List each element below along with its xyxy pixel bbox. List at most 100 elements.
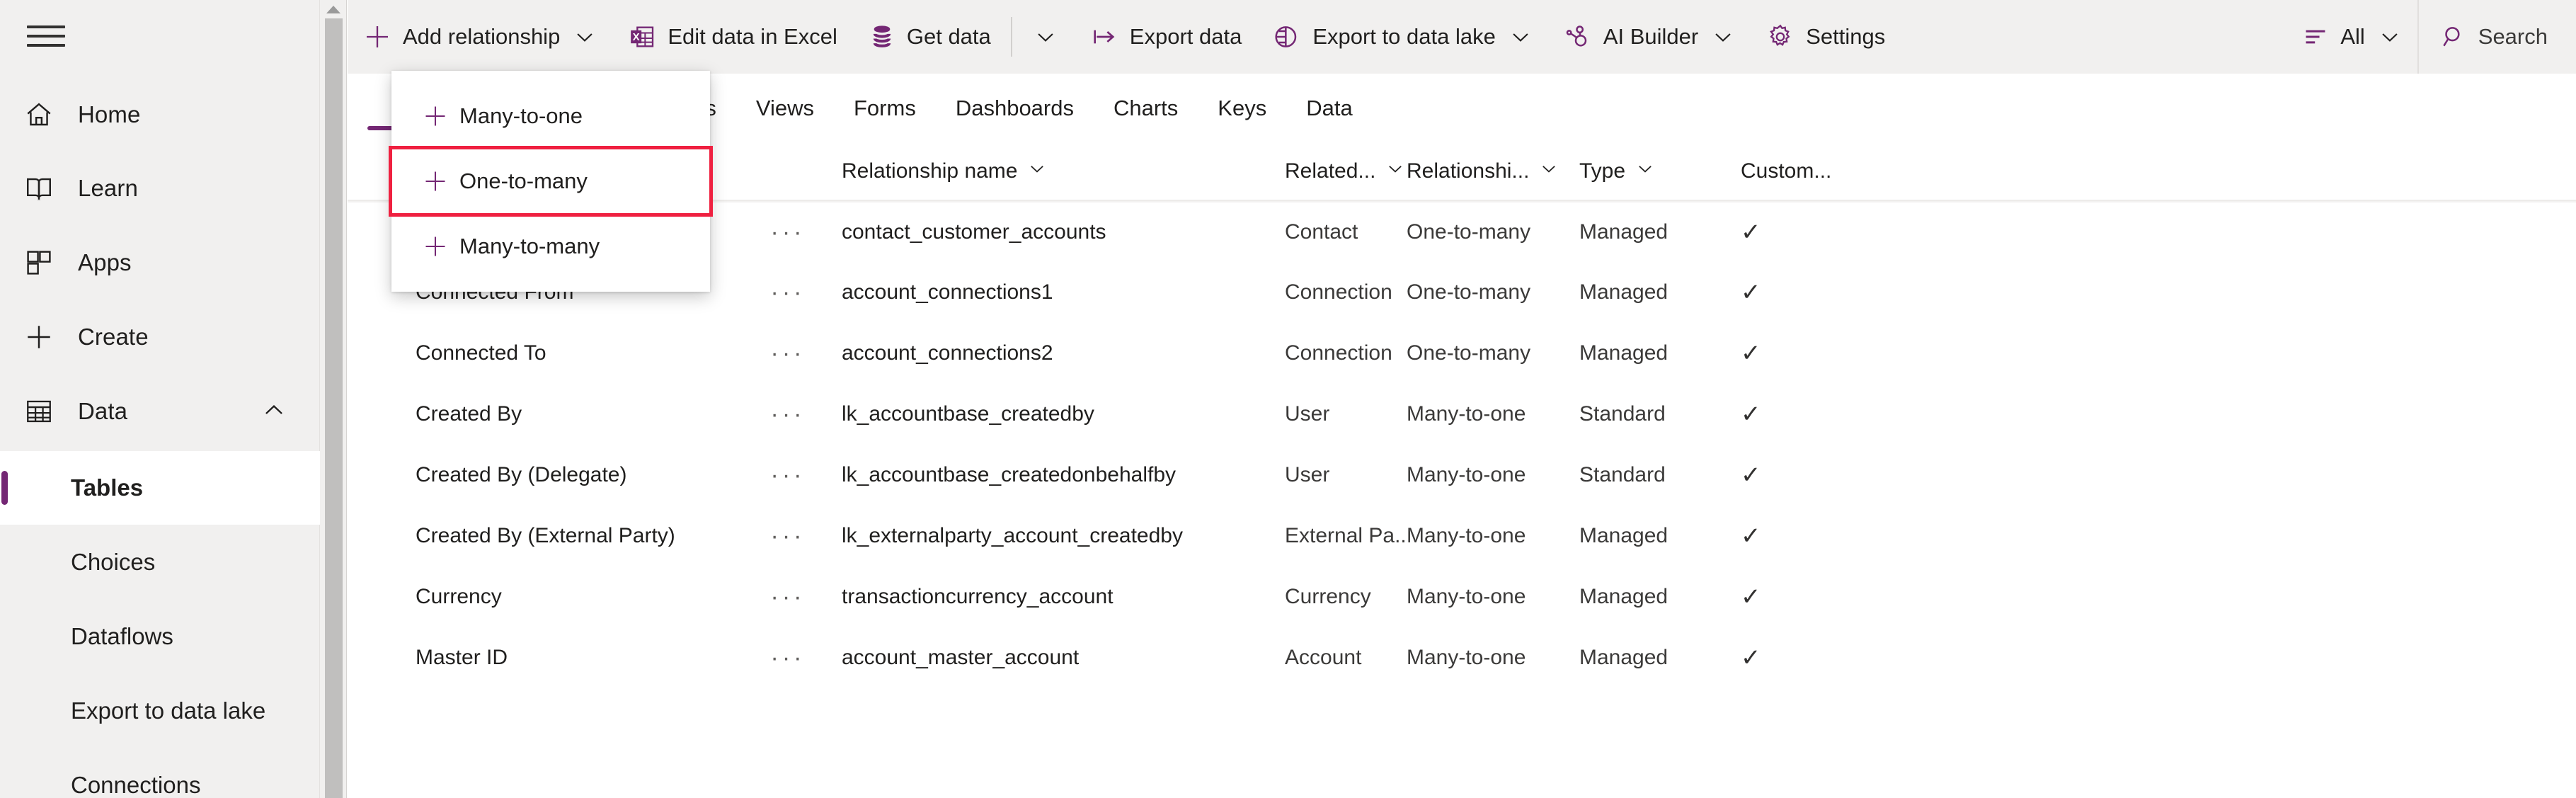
app-root: Home Learn Apps Create Data Tables Choic…	[0, 0, 2576, 798]
export-to-data-lake-button[interactable]: Export to data lake	[1257, 0, 1548, 74]
cell-display-name: Created By	[416, 402, 522, 426]
sidebar-subitem-label: Choices	[71, 549, 156, 575]
chevron-down-icon[interactable]	[2378, 25, 2402, 49]
sidebar-item-tables[interactable]: Tables	[0, 451, 320, 525]
ellipsis-icon[interactable]: ···	[758, 583, 818, 611]
tab-views[interactable]: Views	[736, 74, 834, 143]
cell-relationship-type: One-to-many	[1407, 220, 1531, 244]
edit-data-in-excel-button[interactable]: X Edit data in Excel	[612, 0, 853, 74]
cell-display-name: Currency	[416, 585, 502, 608]
cell-related: User	[1285, 463, 1330, 486]
ellipsis-icon[interactable]: ···	[758, 340, 818, 367]
ellipsis-icon[interactable]: ···	[758, 644, 818, 672]
chevron-down-icon[interactable]	[1635, 159, 1655, 184]
table-row[interactable]: Created By (External Party) ··· lk_exter…	[348, 506, 2576, 566]
chevron-down-icon[interactable]	[1711, 25, 1735, 49]
sidebar-scrollbar[interactable]	[320, 0, 347, 798]
cell-relationship-name: account_master_account	[842, 646, 1080, 669]
add-relationship-dropdown-menu: Many-to-one One-to-many Many-to-many	[389, 71, 713, 292]
cell-related: Connection	[1285, 280, 1392, 304]
settings-button[interactable]: Settings	[1751, 0, 1901, 74]
table-row[interactable]: Created By ··· lk_accountbase_createdby …	[348, 384, 2576, 445]
cell-relationship-name: lk_externalparty_account_createdby	[842, 524, 1183, 547]
hamburger-line	[27, 35, 65, 38]
sidebar-item-home[interactable]: Home	[0, 78, 320, 152]
sidebar-subitem-label: Dataflows	[71, 623, 173, 649]
column-header-relationship-type[interactable]: Relationshi...	[1407, 159, 1579, 184]
table-row[interactable]: Created By (Delegate) ··· lk_accountbase…	[348, 445, 2576, 506]
table-row[interactable]: Master ID ··· account_master_account Acc…	[348, 627, 2576, 688]
cell-related: User	[1285, 402, 1330, 426]
chevron-down-icon[interactable]	[1385, 159, 1405, 184]
tab-data[interactable]: Data	[1286, 74, 1372, 143]
table-grid-icon	[0, 397, 78, 426]
filter-all-button[interactable]: All	[2286, 0, 2417, 74]
ellipsis-icon[interactable]: ···	[758, 523, 818, 550]
add-relationship-button[interactable]: Add relationship	[348, 0, 612, 74]
get-data-button[interactable]: Get data	[853, 0, 1007, 74]
book-icon	[0, 173, 78, 203]
cell-relationship-name: lk_accountbase_createdby	[842, 402, 1094, 426]
sidebar-item-dataflows[interactable]: Dataflows	[0, 600, 320, 673]
chevron-down-icon[interactable]	[1027, 159, 1047, 184]
home-icon	[0, 100, 78, 130]
ai-builder-icon	[1564, 23, 1592, 51]
command-label: Settings	[1806, 24, 1886, 49]
sidebar-item-learn[interactable]: Learn	[0, 152, 320, 225]
sidebar-item-create[interactable]: Create	[0, 300, 320, 374]
sidebar-item-export-to-data-lake[interactable]: Export to data lake	[0, 674, 320, 748]
chevron-up-icon[interactable]	[261, 397, 287, 427]
sidebar-subitem-label: Tables	[71, 474, 144, 501]
left-navigation-sidebar: Home Learn Apps Create Data Tables Choic…	[0, 0, 320, 798]
menu-item-many-to-many[interactable]: Many-to-many	[391, 214, 710, 279]
ellipsis-icon[interactable]: ···	[758, 401, 818, 428]
tab-keys[interactable]: Keys	[1198, 74, 1286, 143]
menu-item-many-to-one[interactable]: Many-to-one	[391, 84, 710, 149]
plus-icon	[411, 103, 459, 129]
tab-label: Charts	[1113, 96, 1179, 120]
sidebar-item-apps[interactable]: Apps	[0, 226, 320, 300]
ellipsis-icon[interactable]: ···	[758, 219, 818, 246]
table-row[interactable]: Currency ··· transactioncurrency_account…	[348, 566, 2576, 627]
chevron-down-icon[interactable]	[1539, 159, 1559, 184]
ellipsis-icon[interactable]: ···	[758, 462, 818, 489]
column-header-label: Custom...	[1741, 159, 1832, 183]
cell-custom-check-icon: ✓	[1741, 401, 1761, 428]
cell-type: Managed	[1579, 280, 1668, 304]
column-header-related[interactable]: Related...	[1285, 159, 1407, 184]
column-header-custom[interactable]: Custom...	[1741, 159, 1882, 183]
table-row[interactable]: Connected To ··· account_connections2 Co…	[348, 323, 2576, 384]
search-button[interactable]: Search	[2419, 0, 2576, 74]
scroll-up-arrow-icon[interactable]	[320, 0, 347, 18]
cell-relationship-name: account_connections2	[842, 341, 1053, 365]
ellipsis-icon[interactable]: ···	[758, 279, 818, 307]
menu-item-one-to-many[interactable]: One-to-many	[389, 146, 713, 217]
chevron-down-icon[interactable]	[1509, 25, 1533, 49]
scrollbar-thumb[interactable]	[325, 18, 343, 798]
overflow-caret-button[interactable]	[1017, 0, 1075, 74]
cell-related: External Pa...	[1285, 524, 1407, 547]
export-data-button[interactable]: Export data	[1075, 0, 1258, 74]
sidebar-item-data[interactable]: Data	[0, 375, 320, 448]
svg-text:X: X	[633, 31, 640, 43]
command-bar: Add relationship X Edit data in Excel Ge…	[348, 0, 2576, 74]
tab-charts[interactable]: Charts	[1094, 74, 1198, 143]
hamburger-menu-icon[interactable]	[21, 18, 71, 55]
column-header-relationship-name[interactable]: Relationship name	[818, 159, 1285, 184]
plus-icon	[363, 23, 391, 51]
menu-item-label: One-to-many	[459, 169, 588, 193]
command-label: Export to data lake	[1312, 24, 1496, 49]
cell-custom-check-icon: ✓	[1741, 219, 1761, 246]
cell-type: Managed	[1579, 341, 1668, 365]
cell-type: Managed	[1579, 220, 1668, 244]
sidebar-item-choices[interactable]: Choices	[0, 525, 320, 599]
tab-forms[interactable]: Forms	[834, 74, 936, 143]
chevron-down-icon[interactable]	[573, 25, 597, 49]
tab-dashboards[interactable]: Dashboards	[936, 74, 1094, 143]
search-icon	[2440, 23, 2467, 50]
cell-relationship-type: One-to-many	[1407, 341, 1531, 365]
column-header-type[interactable]: Type	[1579, 159, 1741, 184]
command-label: Edit data in Excel	[668, 24, 837, 49]
ai-builder-button[interactable]: AI Builder	[1548, 0, 1751, 74]
sidebar-item-connections[interactable]: Connections	[0, 748, 320, 798]
